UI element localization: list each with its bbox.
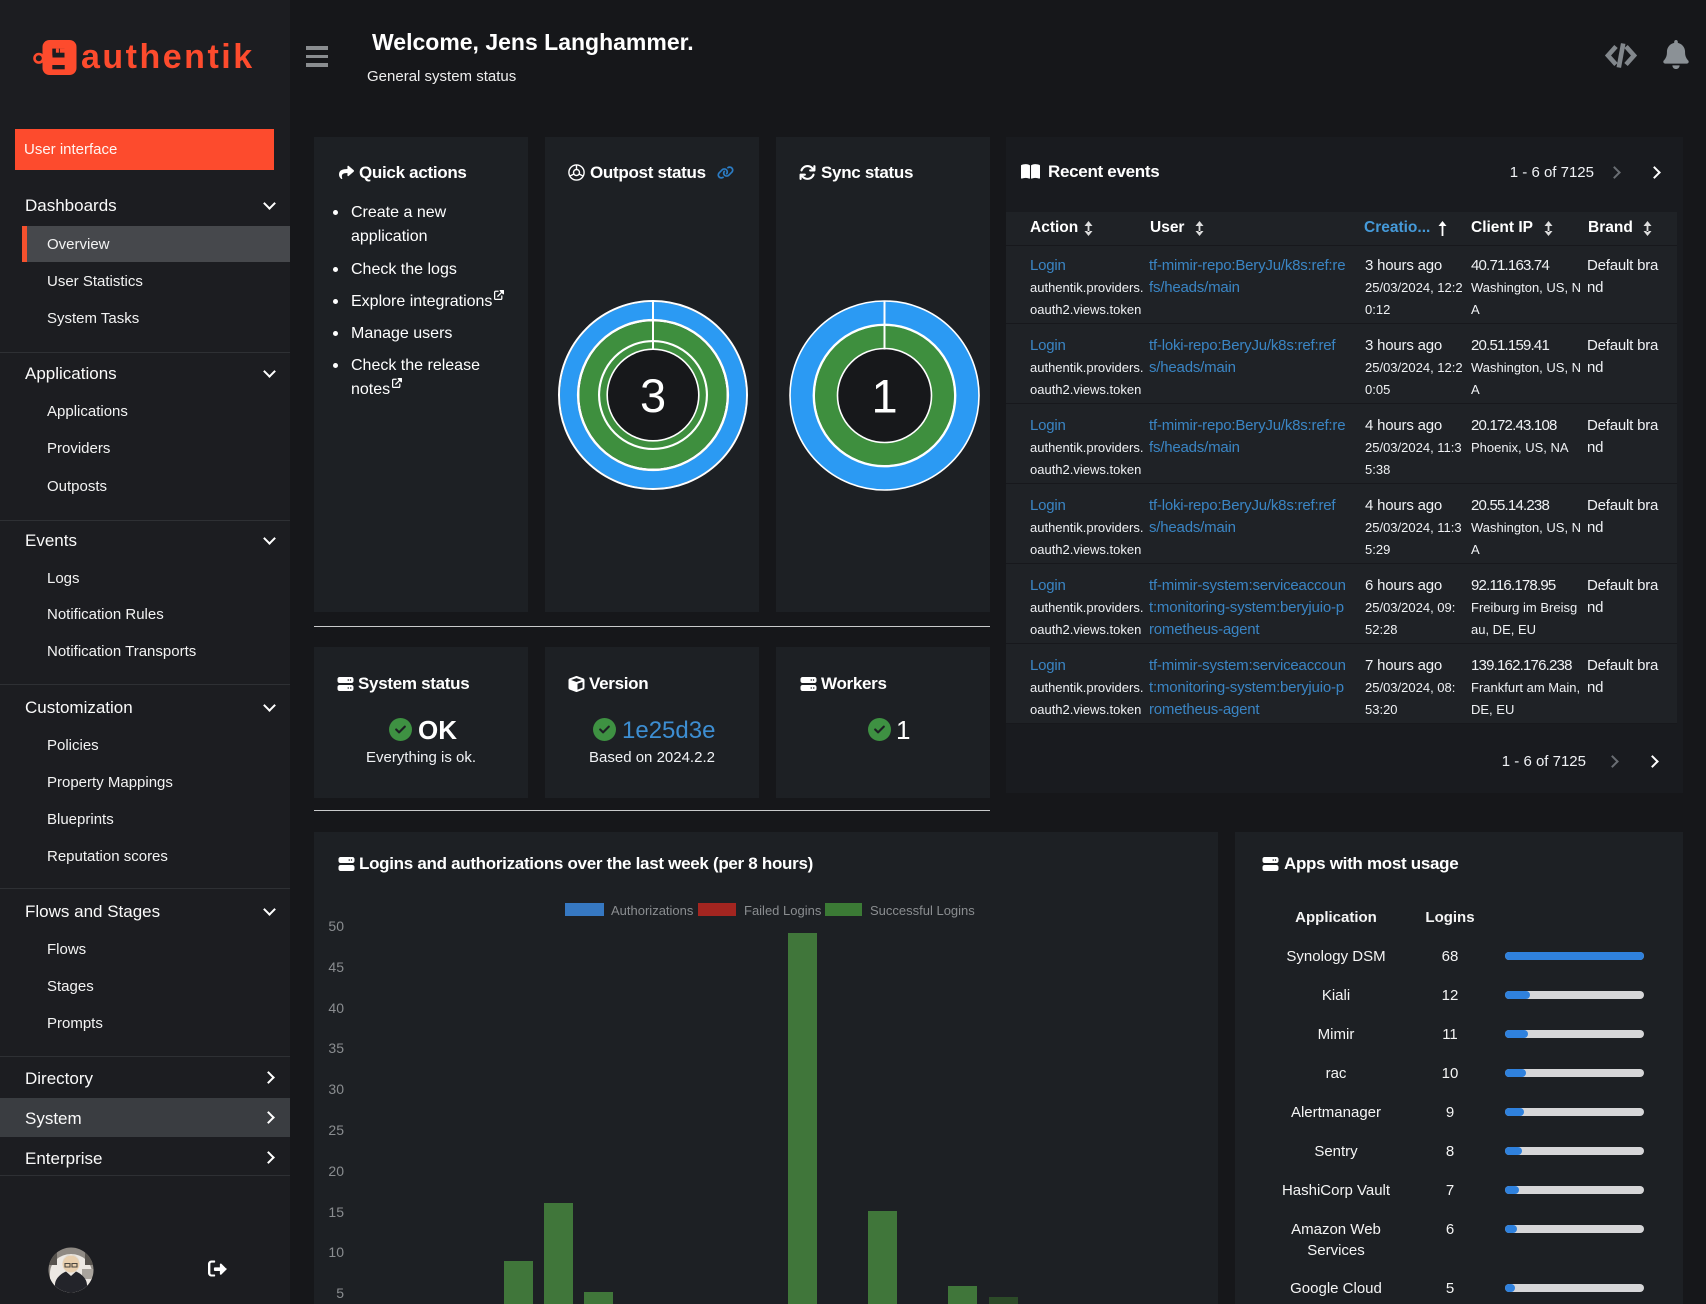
svg-text:1: 1	[871, 370, 897, 423]
svg-text:3: 3	[640, 369, 666, 422]
